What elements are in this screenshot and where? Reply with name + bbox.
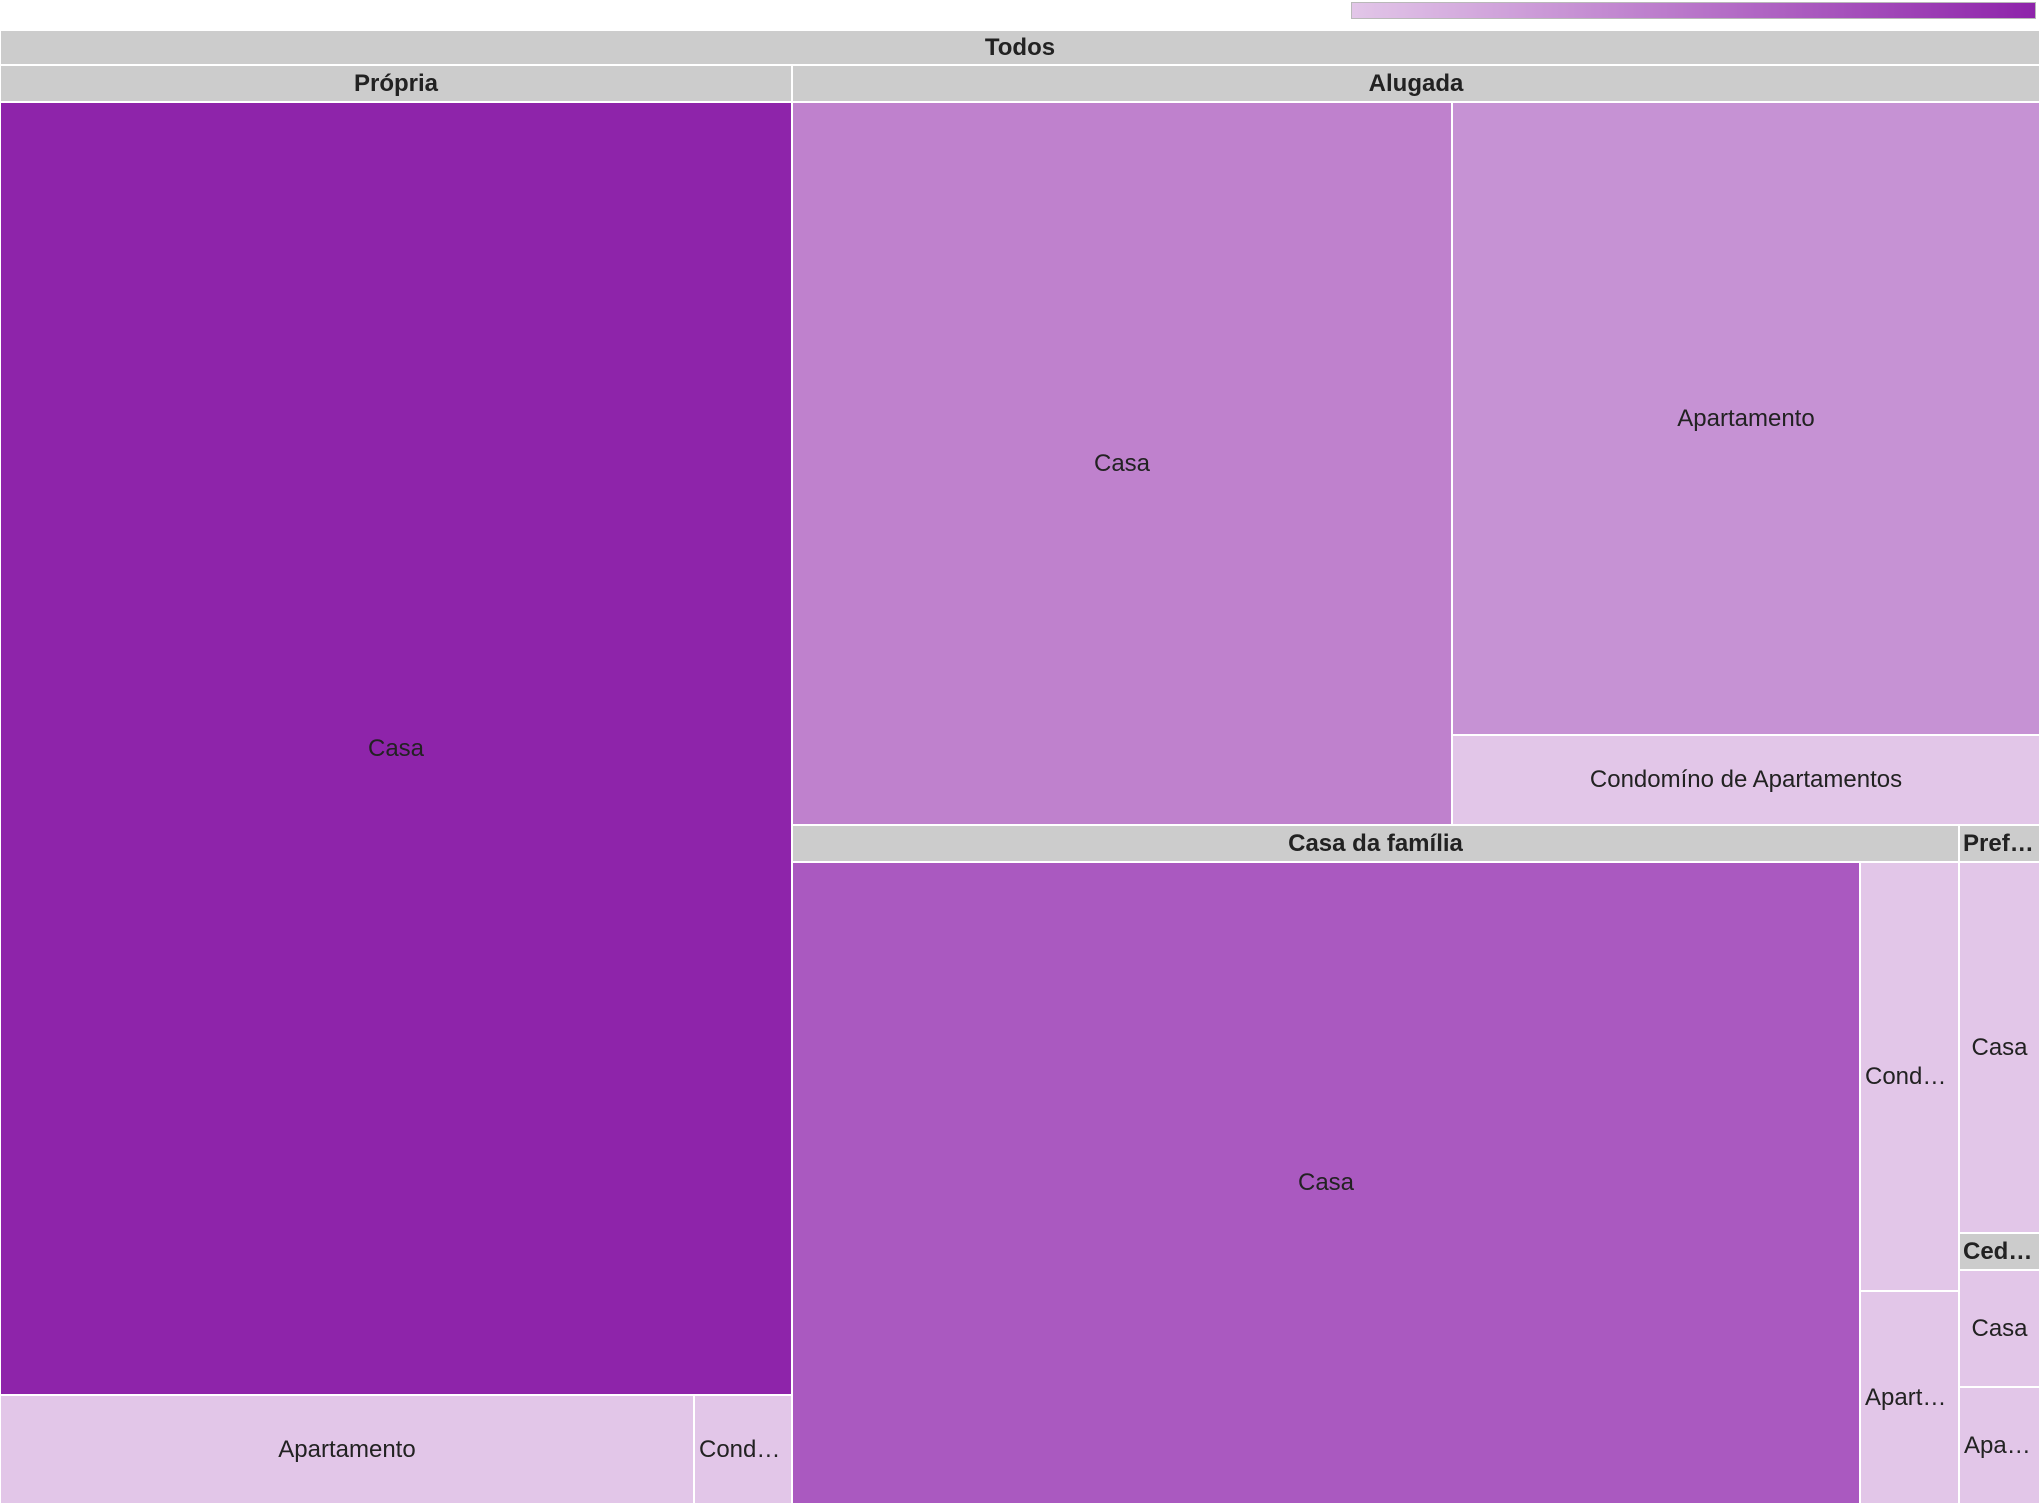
cell-propria-condominio[interactable]: Condo… — [694, 1395, 792, 1504]
cell-casa-da-familia-casa[interactable]: Casa — [792, 862, 1860, 1504]
cell-propria-condominio-label: Condo… — [699, 1435, 791, 1463]
cell-casa-da-familia-apartamento[interactable]: Aparta… — [1860, 1291, 1959, 1504]
header-casa-da-familia[interactable]: Casa da família — [792, 825, 1959, 862]
header-prefiro[interactable]: Prefir… — [1959, 825, 2040, 862]
cell-prefiro-casa-label: Casa — [1971, 1033, 2028, 1061]
cell-alugada-condominio-label: Condomíno de Apartamentos — [1589, 766, 1903, 793]
cell-alugada-casa[interactable]: Casa — [792, 102, 1452, 825]
cell-casa-da-familia-condominio-label: Condo… — [1865, 1062, 1958, 1090]
cell-propria-casa-label: Casa — [367, 734, 425, 762]
header-alugada[interactable]: Alugada — [792, 65, 2040, 102]
cell-casa-da-familia-apartamento-label: Aparta… — [1865, 1383, 1958, 1411]
cell-cedida-apartamento-label: Apart… — [1964, 1431, 2039, 1459]
cell-alugada-apartamento[interactable]: Apartamento — [1452, 102, 2040, 735]
cell-alugada-condominio[interactable]: Condomíno de Apartamentos — [1452, 735, 2040, 825]
cell-cedida-casa-label: Casa — [1971, 1314, 2028, 1342]
color-scale-legend — [1351, 2, 2036, 19]
header-alugada-label: Alugada — [1368, 69, 1464, 97]
header-cedida-label: Cedida — [1963, 1237, 2039, 1265]
cell-casa-da-familia-condominio[interactable]: Condo… — [1860, 862, 1959, 1291]
cell-prefiro-casa[interactable]: Casa — [1959, 862, 2040, 1233]
cell-propria-apartamento[interactable]: Apartamento — [0, 1395, 694, 1504]
cell-propria-apartamento-label: Apartamento — [278, 1435, 416, 1463]
cell-propria-casa[interactable]: Casa — [0, 102, 792, 1395]
cell-casa-da-familia-casa-label: Casa — [1297, 1169, 1355, 1196]
cell-alugada-casa-label: Casa — [1093, 449, 1151, 477]
treemap-chart: Todos Própria Casa Apartamento Condo… Al… — [0, 0, 2040, 1504]
header-root-label: Todos — [984, 33, 1056, 61]
header-root[interactable]: Todos — [0, 30, 2040, 65]
header-casa-da-familia-label: Casa da família — [1288, 829, 1463, 857]
cell-cedida-casa[interactable]: Casa — [1959, 1270, 2040, 1387]
cell-cedida-apartamento[interactable]: Apart… — [1959, 1387, 2040, 1504]
header-propria-label: Própria — [353, 69, 439, 97]
header-cedida[interactable]: Cedida — [1959, 1233, 2040, 1270]
header-prefiro-label: Prefir… — [1963, 829, 2039, 857]
header-propria[interactable]: Própria — [0, 65, 792, 102]
cell-alugada-apartamento-label: Apartamento — [1677, 404, 1815, 432]
